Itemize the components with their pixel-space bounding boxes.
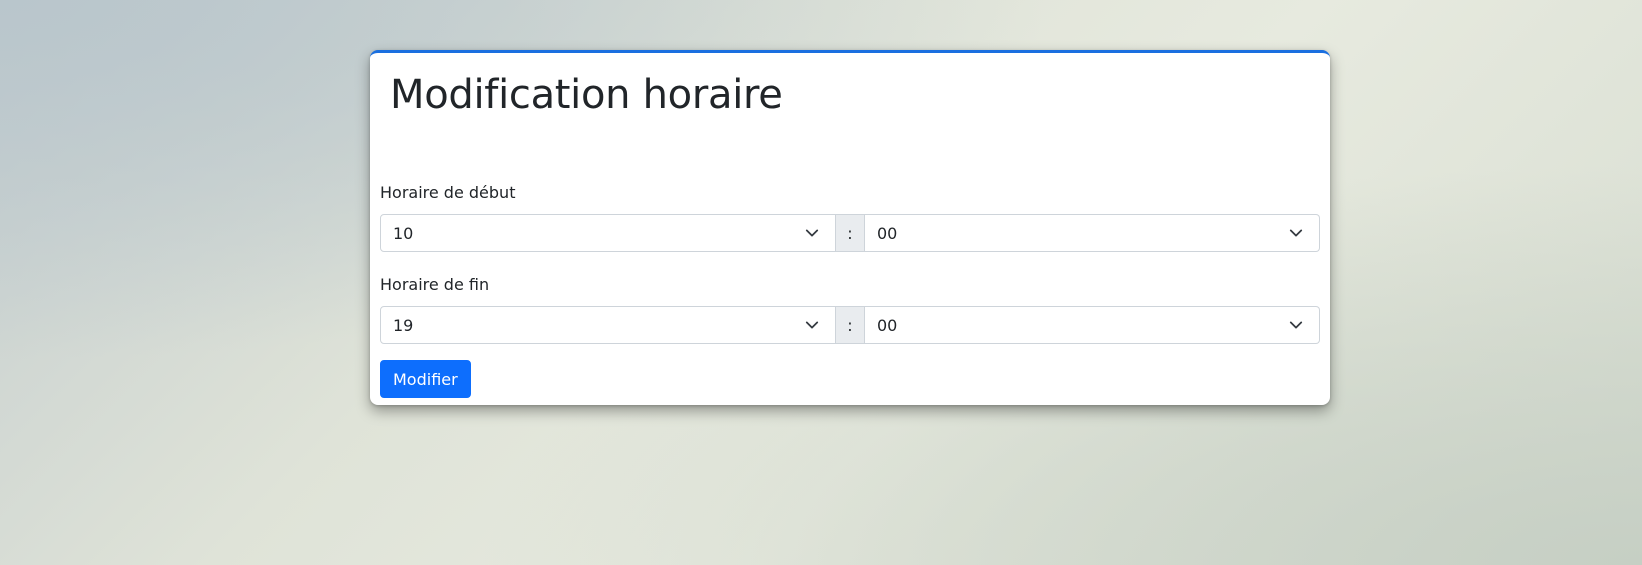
end-time-label: Horaire de fin <box>380 275 490 294</box>
page-title: Modification horaire <box>390 72 783 118</box>
chevron-down-icon <box>1289 321 1303 329</box>
start-hour-value: 10 <box>393 224 414 243</box>
time-separator: : <box>836 306 865 344</box>
chevron-down-icon <box>805 229 819 237</box>
schedule-card: Modification horaire Horaire de début 10… <box>370 50 1330 405</box>
modify-button[interactable]: Modifier <box>380 360 471 398</box>
end-time-group: 19 : 00 <box>380 306 1320 344</box>
start-hour-select[interactable]: 10 <box>380 214 836 252</box>
time-separator: : <box>836 214 865 252</box>
end-hour-value: 19 <box>393 316 414 335</box>
end-minute-value: 00 <box>877 316 898 335</box>
end-hour-select[interactable]: 19 <box>380 306 836 344</box>
chevron-down-icon <box>805 321 819 329</box>
chevron-down-icon <box>1289 229 1303 237</box>
start-minute-select[interactable]: 00 <box>865 214 1320 252</box>
start-minute-value: 00 <box>877 224 898 243</box>
start-time-group: 10 : 00 <box>380 214 1320 252</box>
end-minute-select[interactable]: 00 <box>865 306 1320 344</box>
start-time-label: Horaire de début <box>380 183 516 202</box>
